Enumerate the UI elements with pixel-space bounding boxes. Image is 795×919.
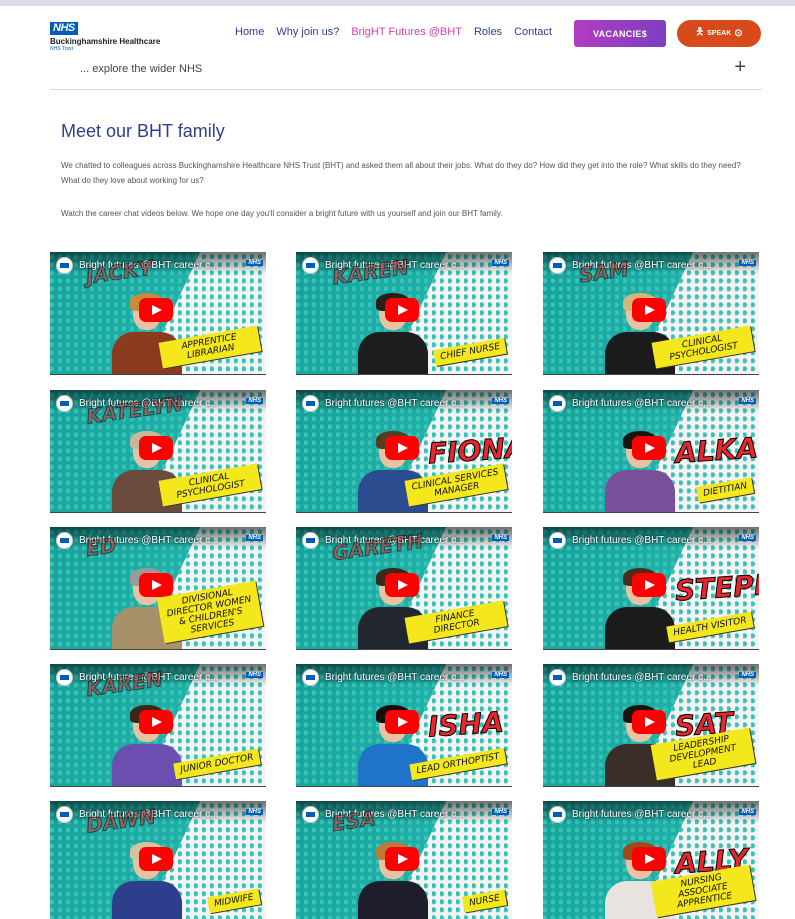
nhs-mini-logo: NHS <box>492 535 509 541</box>
video-title[interactable]: Bright futures @BHT career c... <box>325 672 485 683</box>
nhs-mini-logo: NHS <box>739 260 756 266</box>
channel-avatar[interactable] <box>549 257 566 274</box>
nhs-mini-logo: NHS <box>246 809 263 815</box>
play-button-icon[interactable] <box>385 436 419 460</box>
person-name: ED <box>84 533 118 562</box>
video-title[interactable]: Bright futures @BHT career c... <box>572 672 732 683</box>
accordion-label: ... explore the wider NHS <box>80 63 203 75</box>
video-thumbnail[interactable]: Bright futures @BHT career c... NHS ISHA LE… <box>296 664 512 787</box>
channel-avatar[interactable] <box>549 806 566 823</box>
channel-avatar[interactable] <box>549 395 566 412</box>
play-button-icon[interactable] <box>385 573 419 597</box>
nhs-mini-logo: NHS <box>739 672 756 678</box>
play-button-icon[interactable] <box>632 847 666 871</box>
nhs-trust-logo[interactable]: NHS Buckinghamshire Healthcare NHS Trust <box>50 18 170 52</box>
play-button-icon[interactable] <box>139 573 173 597</box>
video-title[interactable]: Bright futures @BHT career c... <box>572 535 732 546</box>
video-thumbnail[interactable]: Bright futures @BHT career c... NHS KATELY… <box>50 390 266 513</box>
play-button-icon[interactable] <box>139 436 173 460</box>
nhs-mini-logo: NHS <box>492 398 509 404</box>
video-thumbnail[interactable]: Bright futures @BHT career c... NHS SAM CLI… <box>543 252 759 375</box>
explore-nhs-accordion[interactable]: ... explore the wider NHS + <box>50 52 762 90</box>
person-name: ALKA <box>673 431 759 471</box>
nhs-mini-logo: NHS <box>492 260 509 266</box>
channel-avatar[interactable] <box>302 257 319 274</box>
nhs-badge: NHS <box>50 22 78 35</box>
nav-contact[interactable]: Contact <box>514 26 552 38</box>
video-thumbnail[interactable]: Bright futures @BHT career c... NHS ESA NUR… <box>296 801 512 919</box>
play-button-icon[interactable] <box>385 710 419 734</box>
nhs-mini-logo: NHS <box>246 260 263 266</box>
site-header: NHS Buckinghamshire Healthcare NHS Trust… <box>0 0 795 52</box>
play-circle-icon: ⊙ <box>734 28 743 39</box>
speak-button[interactable]: 🯅 SPEAK ⊙ <box>677 20 761 47</box>
video-thumbnail[interactable]: Bright futures @BHT career c... NHS DAWN MI… <box>50 801 266 919</box>
video-thumbnail[interactable]: Bright futures @BHT career c... NHS ALKA DI… <box>543 390 759 513</box>
person-icon: 🯅 <box>695 27 705 38</box>
play-button-icon[interactable] <box>385 298 419 322</box>
channel-avatar[interactable] <box>56 669 73 686</box>
channel-avatar[interactable] <box>56 257 73 274</box>
play-button-icon[interactable] <box>632 436 666 460</box>
person-body <box>605 470 675 512</box>
section-title: Meet our BHT family <box>61 121 225 141</box>
video-title[interactable]: Bright futures @BHT career c... <box>325 398 485 409</box>
play-button-icon[interactable] <box>385 847 419 871</box>
intro-paragraph: We chatted to colleagues across Buckingh… <box>61 161 741 185</box>
plus-icon[interactable]: + <box>734 56 746 79</box>
play-button-icon[interactable] <box>632 298 666 322</box>
nav-home[interactable]: Home <box>235 26 264 38</box>
channel-avatar[interactable] <box>302 669 319 686</box>
nav-bright-futures[interactable]: BrigHT Futures @BHT <box>351 26 462 38</box>
nhs-mini-logo: NHS <box>739 809 756 815</box>
main-nav: Home Why join us? BrigHT Futures @BHT Ro… <box>235 26 552 38</box>
play-button-icon[interactable] <box>632 573 666 597</box>
vacancies-button[interactable]: VACANCIE$ <box>574 20 666 47</box>
video-thumbnail[interactable]: Bright futures @BHT career c... NHS ED DIVI… <box>50 527 266 650</box>
nhs-mini-logo: NHS <box>246 398 263 404</box>
speak-label: SPEAK <box>707 30 732 37</box>
channel-avatar[interactable] <box>302 532 319 549</box>
watch-paragraph: Watch the career chat videos below. We h… <box>61 209 503 218</box>
channel-avatar[interactable] <box>56 532 73 549</box>
channel-avatar[interactable] <box>302 806 319 823</box>
person-body <box>112 881 182 919</box>
nhs-mini-logo: NHS <box>246 672 263 678</box>
video-thumbnail[interactable]: Bright futures @BHT career c... NHS KAREN J… <box>50 664 266 787</box>
channel-avatar[interactable] <box>549 669 566 686</box>
person-name: STEPH <box>673 567 759 608</box>
person-body <box>358 881 428 919</box>
person-name: ISHA <box>426 705 505 744</box>
nhs-mini-logo: NHS <box>246 535 263 541</box>
nhs-mini-logo: NHS <box>492 809 509 815</box>
play-button-icon[interactable] <box>139 710 173 734</box>
video-thumbnail[interactable]: Bright futures @BHT career c... NHS JACKY A… <box>50 252 266 375</box>
channel-avatar[interactable] <box>302 395 319 412</box>
video-grid: Bright futures @BHT career c... NHS JACKY A… <box>50 252 761 919</box>
channel-avatar[interactable] <box>56 806 73 823</box>
nhs-mini-logo: NHS <box>739 398 756 404</box>
person-body <box>358 332 428 374</box>
video-title[interactable]: Bright futures @BHT career c... <box>572 398 732 409</box>
person-body <box>605 607 675 649</box>
channel-avatar[interactable] <box>56 395 73 412</box>
video-thumbnail[interactable]: Bright futures @BHT career c... NHS ALLY NU… <box>543 801 759 919</box>
nhs-mini-logo: NHS <box>739 535 756 541</box>
play-button-icon[interactable] <box>139 847 173 871</box>
video-thumbnail[interactable]: Bright futures @BHT career c... NHS GARETH… <box>296 527 512 650</box>
play-button-icon[interactable] <box>139 298 173 322</box>
nav-why-join-us[interactable]: Why join us? <box>276 26 339 38</box>
channel-avatar[interactable] <box>549 532 566 549</box>
video-thumbnail[interactable]: Bright futures @BHT career c... NHS SAT LEA… <box>543 664 759 787</box>
video-title[interactable]: Bright futures @BHT career c... <box>572 809 732 820</box>
nhs-mini-logo: NHS <box>492 672 509 678</box>
nav-roles[interactable]: Roles <box>474 26 502 38</box>
logo-trust-name: Buckinghamshire Healthcare <box>50 37 161 46</box>
person-body <box>112 744 182 786</box>
video-thumbnail[interactable]: Bright futures @BHT career c... NHS FIONA C… <box>296 390 512 513</box>
video-thumbnail[interactable]: Bright futures @BHT career c... NHS STEPH H… <box>543 527 759 650</box>
play-button-icon[interactable] <box>632 710 666 734</box>
video-thumbnail[interactable]: Bright futures @BHT career c... NHS KAREN C… <box>296 252 512 375</box>
